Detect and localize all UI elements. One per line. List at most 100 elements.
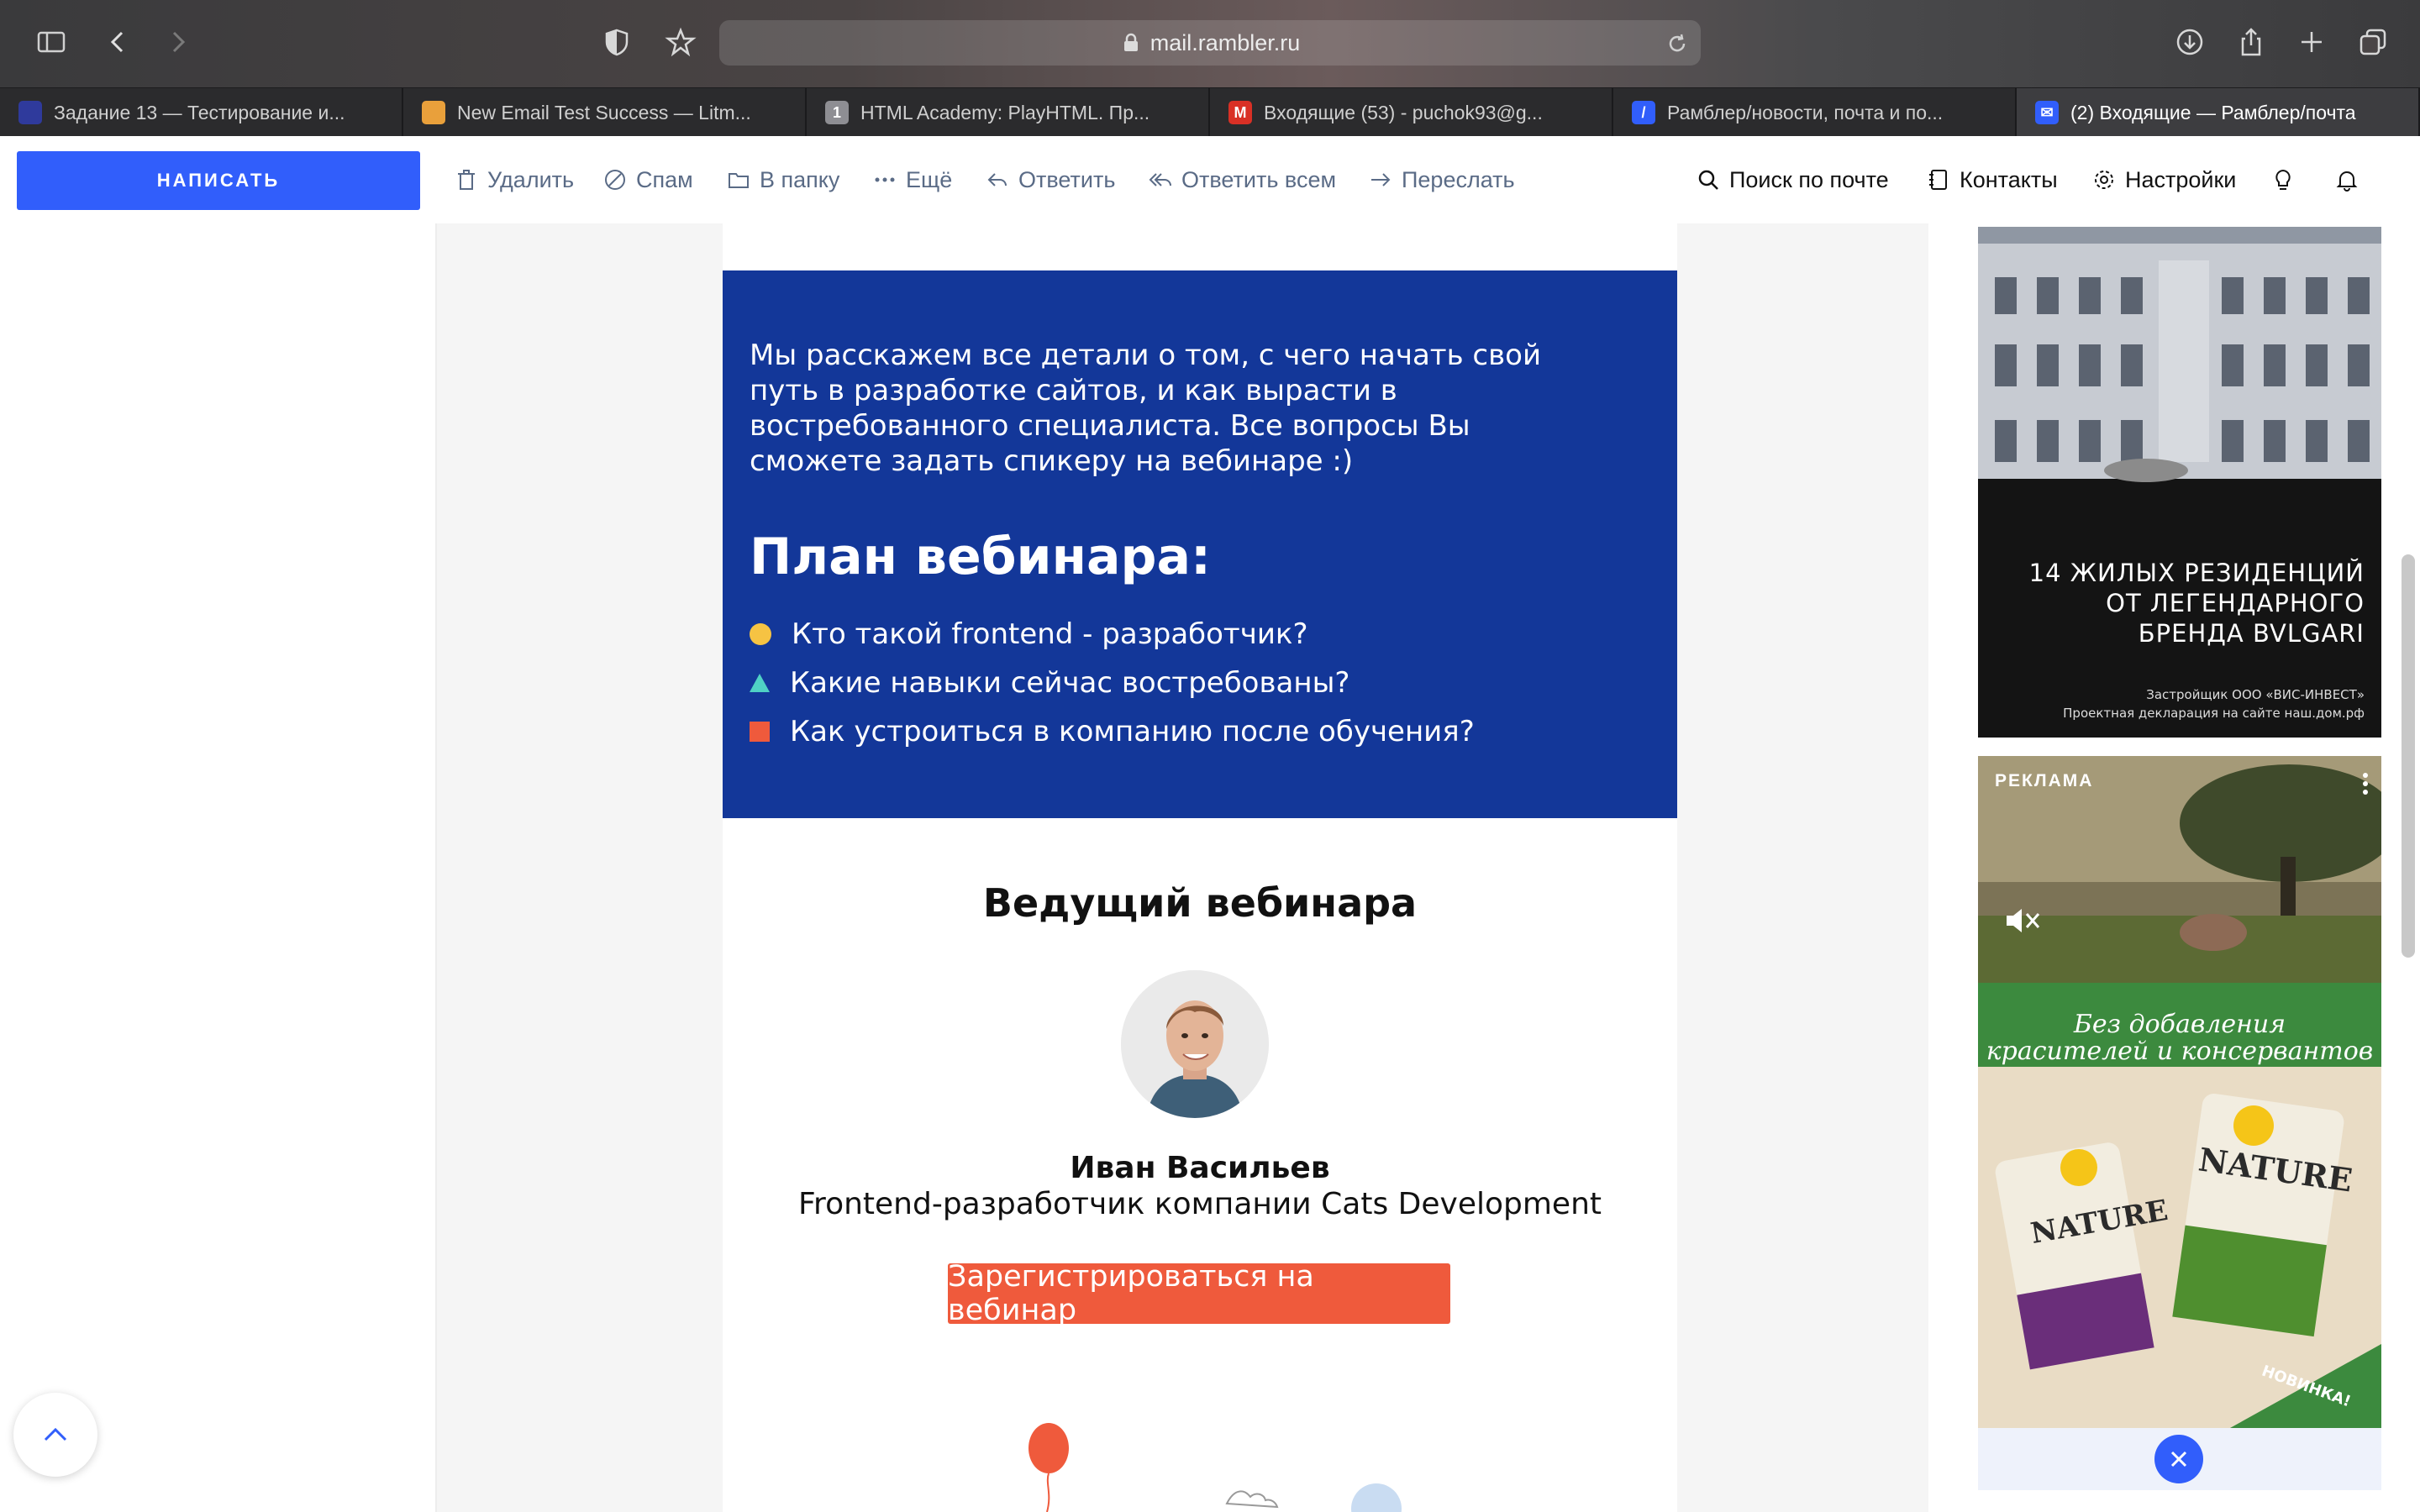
reply-button[interactable]: Ответить bbox=[985, 161, 1115, 198]
search-label: Поиск по почте bbox=[1729, 166, 1889, 192]
square-blue-icon bbox=[18, 101, 42, 124]
building-photo bbox=[1978, 227, 2381, 738]
close-icon bbox=[2170, 1451, 2187, 1467]
contacts-button[interactable]: Контакты bbox=[1926, 161, 2058, 198]
ad1-headline: 14 ЖИЛЫХ РЕЗИДЕНЦИЙ ОТ ЛЕГЕНДАРНОГО БРЕН… bbox=[1978, 558, 2365, 648]
ad1-line: 14 ЖИЛЫХ РЕЗИДЕНЦИЙ bbox=[2028, 559, 2365, 587]
reply-icon bbox=[987, 173, 1007, 186]
browser-tab[interactable]: 1 HTML Academy: PlayHTML. Пр... bbox=[807, 88, 1210, 137]
lays-nature-ad[interactable]: Без добавления красителей и консервантов… bbox=[1978, 983, 2381, 1428]
plan-title: План вебинара: bbox=[750, 528, 1211, 586]
tab-overview-icon[interactable] bbox=[2349, 18, 2396, 66]
spam-label: Спам bbox=[636, 166, 693, 192]
block-icon bbox=[605, 170, 625, 190]
tab-title: Задание 13 — Тестирование и... bbox=[54, 101, 345, 123]
delete-button[interactable]: Удалить bbox=[454, 161, 574, 198]
bell-icon bbox=[2336, 171, 2358, 192]
contacts-label: Контакты bbox=[1960, 166, 2058, 192]
back-icon[interactable] bbox=[95, 18, 142, 66]
rambler-icon: / bbox=[1632, 101, 1655, 124]
yellow-circle-bullet-icon bbox=[750, 623, 771, 645]
scroll-to-top-button[interactable] bbox=[13, 1393, 97, 1477]
ad1-line: ОТ ЛЕГЕНДАРНОГО bbox=[2106, 589, 2365, 617]
tab-title: (2) Входящие — Рамблер/почта bbox=[2070, 101, 2356, 123]
share-icon[interactable] bbox=[2228, 18, 2275, 66]
address-bar[interactable]: mail.rambler.ru bbox=[719, 20, 1701, 66]
trash-icon bbox=[458, 170, 475, 190]
contacts-book-icon bbox=[1929, 170, 1947, 190]
settings-button[interactable]: Настройки bbox=[2091, 161, 2236, 198]
sidebar-toggle-icon[interactable] bbox=[28, 18, 75, 66]
plan-item-text: Как устроиться в компанию после обучения… bbox=[790, 715, 1475, 748]
more-dots-icon bbox=[875, 177, 895, 182]
compose-button[interactable]: НАПИСАТЬ bbox=[17, 151, 420, 210]
search-icon bbox=[1698, 170, 1718, 190]
forward-button[interactable]: Переслать bbox=[1368, 161, 1515, 198]
ad3-line: красителей и консервантов bbox=[1986, 1037, 2374, 1066]
webinar-info-block: Мы расскажем все детали о том, с чего на… bbox=[723, 270, 1677, 818]
video-ad[interactable]: РЕКЛАМА bbox=[1978, 756, 2381, 983]
lightbulb-icon bbox=[2275, 169, 2291, 190]
reload-icon[interactable] bbox=[1664, 30, 1691, 57]
new-tab-icon[interactable] bbox=[2288, 18, 2335, 66]
host-name: Иван Васильев bbox=[1070, 1151, 1330, 1185]
bvlgari-residences-ad[interactable]: 14 ЖИЛЫХ РЕЗИДЕНЦИЙ ОТ ЛЕГЕНДАРНОГО БРЕН… bbox=[1978, 227, 2381, 738]
move-to-folder-button[interactable]: В папку bbox=[726, 161, 839, 198]
spam-button[interactable]: Спам bbox=[602, 161, 693, 198]
forward-arrow-icon bbox=[1371, 173, 1391, 186]
bookmark-star-icon[interactable] bbox=[657, 18, 704, 66]
ad-close-bar bbox=[1978, 1428, 2381, 1490]
mute-icon[interactable] bbox=[2002, 904, 2044, 937]
downloads-icon[interactable] bbox=[2166, 18, 2213, 66]
number-one-icon: 1 bbox=[825, 101, 849, 124]
tab-title: Входящие (53) - puchok93@g... bbox=[1264, 101, 1543, 123]
tab-title: Рамблер/новости, почта и по... bbox=[1667, 101, 1944, 123]
privacy-shield-icon[interactable] bbox=[593, 18, 640, 66]
plan-item: Какие навыки сейчас востребованы? bbox=[750, 659, 1475, 707]
delete-label: Удалить bbox=[487, 166, 575, 192]
ad3-line: Без добавления bbox=[2073, 1010, 2286, 1039]
tab-title: HTML Academy: PlayHTML. Пр... bbox=[860, 101, 1150, 123]
folder-icon bbox=[729, 173, 749, 188]
page-scrollbar[interactable] bbox=[2402, 554, 2415, 958]
browser-tab[interactable]: ✉ (2) Входящие — Рамблер/почта bbox=[2017, 88, 2420, 137]
settings-label: Настройки bbox=[2125, 166, 2237, 192]
tab-title: New Email Test Success — Litm... bbox=[457, 101, 751, 123]
browser-toolbar: mail.rambler.ru bbox=[0, 0, 2420, 87]
notifications-button[interactable] bbox=[2334, 161, 2368, 198]
forward-label: Переслать bbox=[1402, 166, 1515, 192]
browser-tab[interactable]: M Входящие (53) - puchok93@g... bbox=[1210, 88, 1613, 137]
register-webinar-button[interactable]: Зарегистрироваться на вебинар bbox=[948, 1260, 1450, 1327]
plan-item-text: Какие навыки сейчас востребованы? bbox=[790, 666, 1350, 700]
forward-icon[interactable] bbox=[154, 18, 201, 66]
ad-menu-icon[interactable] bbox=[2361, 771, 2370, 796]
host-avatar bbox=[1121, 970, 1269, 1118]
plan-item: Как устроиться в компанию после обучения… bbox=[750, 707, 1475, 756]
mail-toolbar: НАПИСАТЬ Удалить Спам В папку Ещё Ответи… bbox=[0, 136, 2420, 223]
intro-text: Мы расскажем все детали о том, с чего на… bbox=[750, 339, 1542, 478]
browser-tab[interactable]: Задание 13 — Тестирование и... bbox=[0, 88, 403, 137]
tips-button[interactable] bbox=[2270, 161, 2304, 198]
more-button[interactable]: Ещё bbox=[872, 161, 952, 198]
ad-label: РЕКЛАМА bbox=[1995, 771, 2094, 790]
host-section-title: Ведущий вебинара bbox=[982, 880, 1418, 926]
gear-icon bbox=[2095, 171, 2113, 189]
plan-item: Кто такой frontend - разработчик? bbox=[750, 610, 1475, 659]
close-ad-button[interactable] bbox=[2154, 1435, 2203, 1483]
reply-all-button[interactable]: Ответить всем bbox=[1148, 161, 1336, 198]
lock-icon bbox=[1123, 33, 1138, 51]
tab-bar: Задание 13 — Тестирование и... New Email … bbox=[0, 87, 2420, 137]
reply-all-label: Ответить всем bbox=[1181, 166, 1337, 192]
balloon-illustration bbox=[1028, 1423, 1402, 1512]
litmus-icon bbox=[422, 101, 445, 124]
ad1-line: БРЕНДА BVLGARI bbox=[2138, 619, 2365, 648]
mail-search-button[interactable]: Поиск по почте bbox=[1696, 161, 1889, 198]
host-role: Frontend-разработчик компании Cats Devel… bbox=[797, 1187, 1602, 1221]
url-text: mail.rambler.ru bbox=[1150, 29, 1301, 55]
red-square-bullet-icon bbox=[750, 722, 770, 742]
plan-item-text: Кто такой frontend - разработчик? bbox=[792, 617, 1308, 651]
browser-tab[interactable]: New Email Test Success — Litm... bbox=[403, 88, 807, 137]
ad1-fine-line: Застройщик ООО «ВИС-ИНВЕСТ» bbox=[2146, 687, 2365, 702]
reply-label: Ответить bbox=[1018, 166, 1116, 192]
browser-tab[interactable]: / Рамблер/новости, почта и по... bbox=[1613, 88, 2017, 137]
